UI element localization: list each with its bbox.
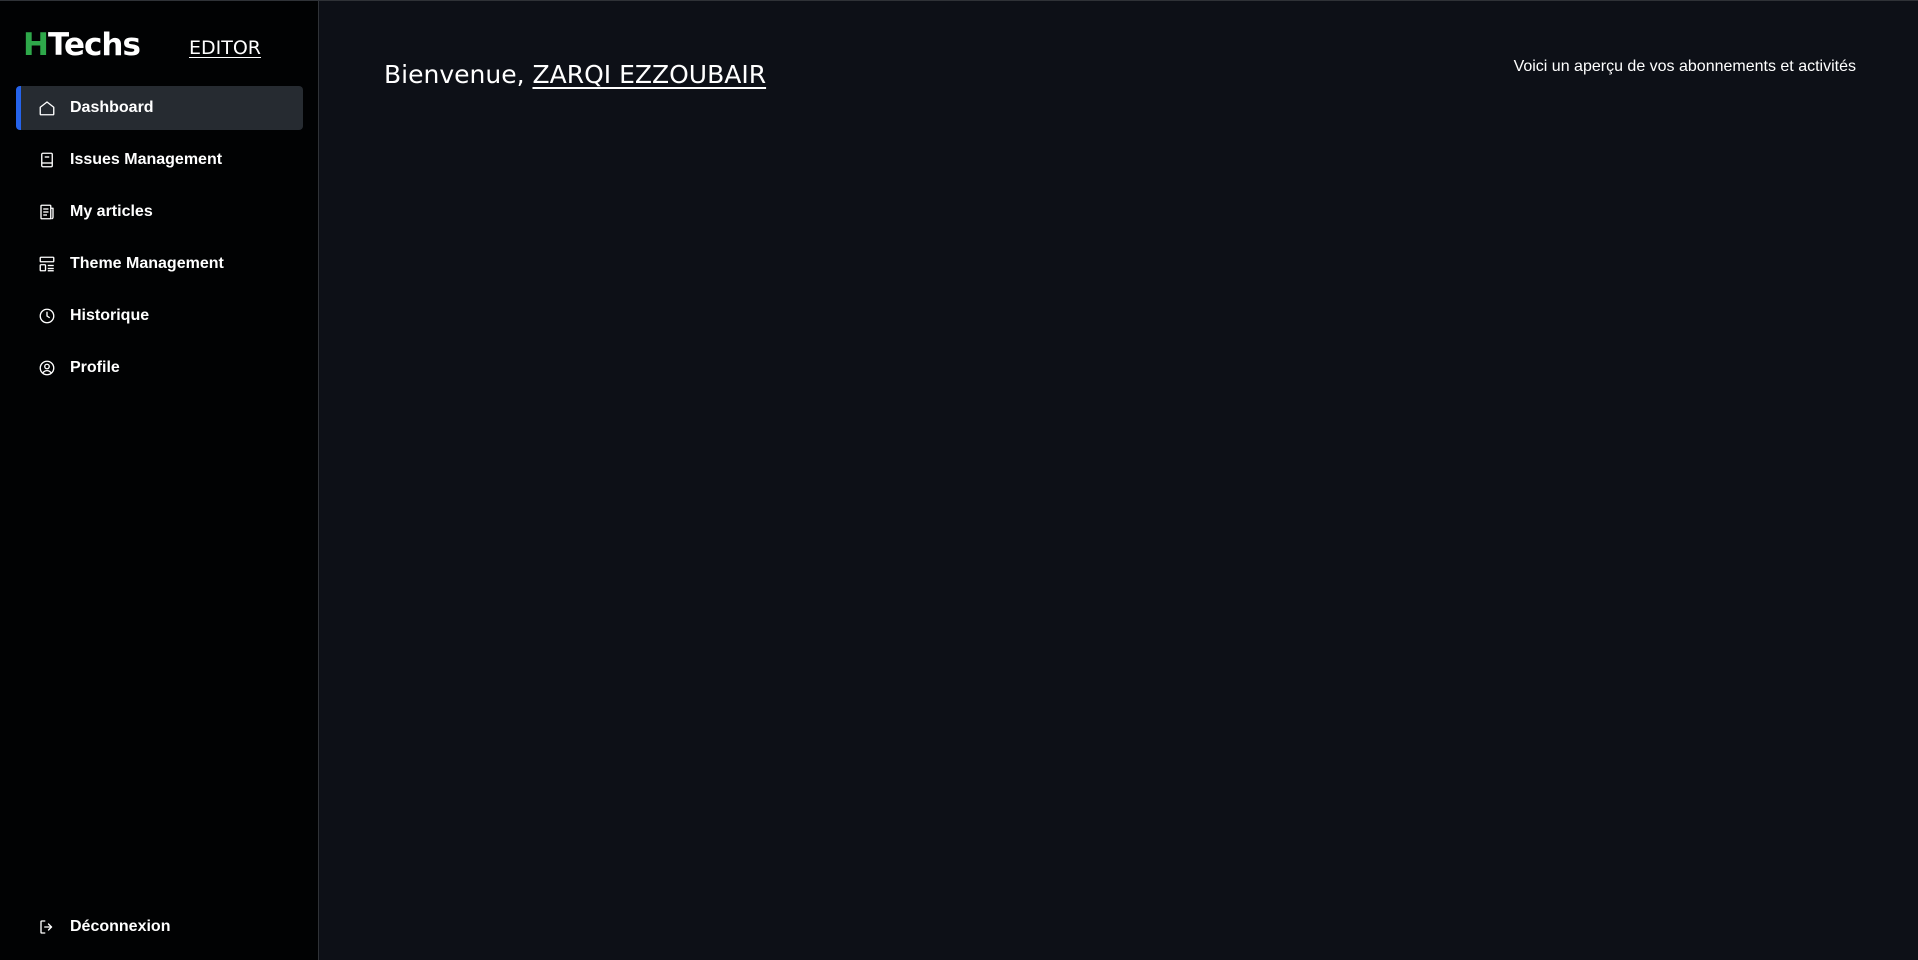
page-title: Bienvenue, ZARQI EZZOUBAIR bbox=[384, 60, 766, 89]
brand-logo[interactable]: HTechs bbox=[23, 27, 141, 63]
main-content: Bienvenue, ZARQI EZZOUBAIR Voici un aper… bbox=[319, 0, 1918, 960]
sidebar-item-label: Profile bbox=[70, 359, 120, 376]
sidebar-item-profile[interactable]: Profile bbox=[16, 346, 303, 390]
home-icon bbox=[38, 99, 56, 117]
sidebar-item-label: Historique bbox=[70, 307, 150, 324]
layout-icon bbox=[38, 255, 56, 273]
logo-text: HTechs bbox=[23, 27, 141, 63]
sidebar-item-dashboard[interactable]: Dashboard bbox=[16, 86, 303, 130]
sidebar-item-label: Issues Management bbox=[70, 151, 223, 168]
sidebar-item-label: My articles bbox=[70, 203, 153, 220]
role-link[interactable]: EDITOR bbox=[189, 37, 261, 59]
user-circle-icon bbox=[38, 359, 56, 377]
clock-icon bbox=[38, 307, 56, 325]
logout-button[interactable]: Déconnexion bbox=[16, 905, 303, 949]
sidebar: HTechs EDITOR Dashboard Issues Managemen… bbox=[0, 0, 319, 960]
book-icon bbox=[38, 151, 56, 169]
sidebar-item-my-articles[interactable]: My articles bbox=[16, 190, 303, 234]
sidebar-item-historique[interactable]: Historique bbox=[16, 294, 303, 338]
logo-word: Techs bbox=[47, 27, 141, 63]
sidebar-item-label: Theme Management bbox=[70, 255, 224, 272]
logout-icon bbox=[38, 918, 56, 936]
sidebar-nav: Dashboard Issues Management My articles … bbox=[16, 86, 303, 398]
app-root: HTechs EDITOR Dashboard Issues Managemen… bbox=[0, 0, 1918, 960]
sidebar-item-issues-management[interactable]: Issues Management bbox=[16, 138, 303, 182]
sidebar-item-theme-management[interactable]: Theme Management bbox=[16, 242, 303, 286]
sidebar-item-label: Dashboard bbox=[70, 99, 154, 116]
welcome-prefix: Bienvenue, bbox=[384, 60, 533, 89]
user-name-link[interactable]: ZARQI EZZOUBAIR bbox=[532, 60, 766, 89]
page-subtitle: Voici un aperçu de vos abonnements et ac… bbox=[1513, 58, 1856, 75]
newspaper-icon bbox=[38, 203, 56, 221]
logo-mark: H bbox=[23, 27, 49, 63]
logout-label: Déconnexion bbox=[70, 918, 171, 935]
